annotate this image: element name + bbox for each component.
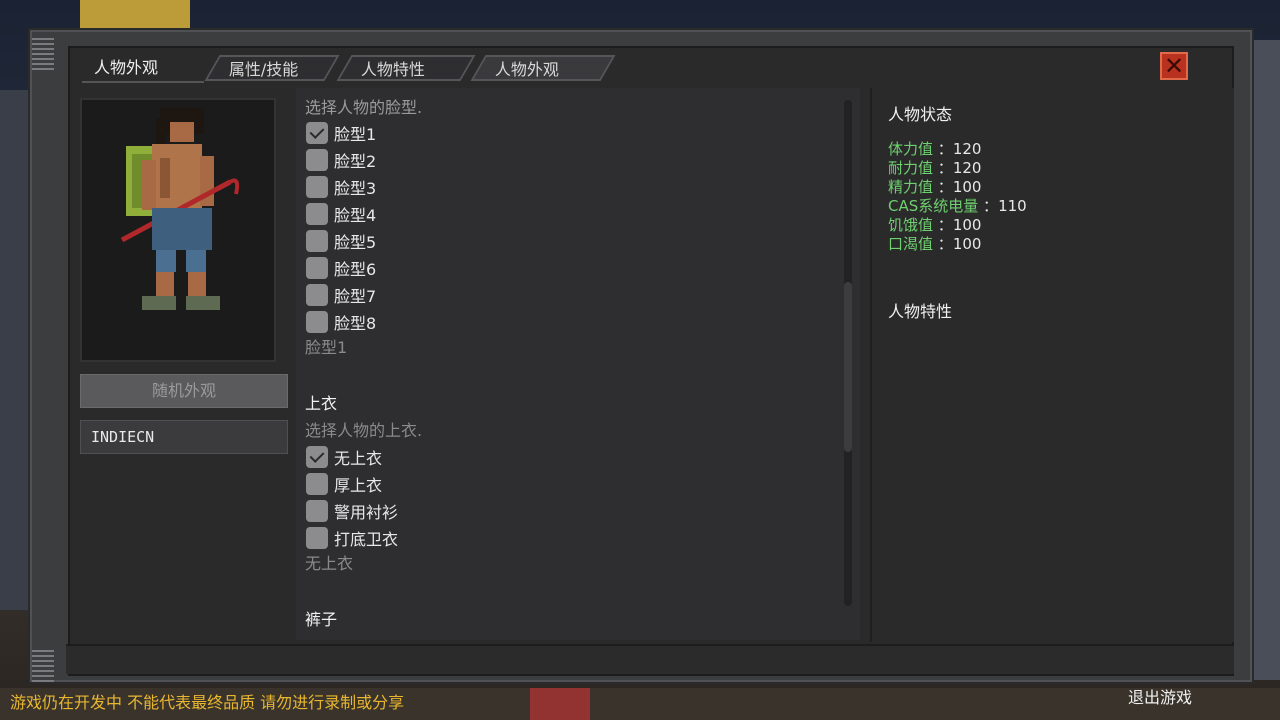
top-selected-value: 无上衣 xyxy=(305,554,354,573)
stat-separator: ： xyxy=(983,197,999,215)
face-option[interactable]: 脸型1 xyxy=(306,121,376,145)
checkbox[interactable] xyxy=(306,311,328,333)
stat-separator: ： xyxy=(937,216,953,234)
face-option[interactable]: 脸型8 xyxy=(306,310,376,334)
top-option-label: 无上衣 xyxy=(334,449,383,468)
tab-label: 人物特性 xyxy=(360,60,425,79)
tab-bar: 人物外观 属性/技能 人物特性 人物外观 xyxy=(74,52,1228,84)
background-lamp xyxy=(80,0,190,30)
checkbox[interactable] xyxy=(306,473,328,495)
appearance-options-panel[interactable] xyxy=(296,88,860,640)
drag-grip-top[interactable] xyxy=(32,38,54,72)
tab-appearance[interactable]: 人物外观 xyxy=(470,55,616,81)
face-option-label: 脸型5 xyxy=(334,233,377,252)
face-option[interactable]: 脸型7 xyxy=(306,283,376,307)
top-option-label: 警用衬衫 xyxy=(334,503,399,522)
close-button[interactable]: ✕ xyxy=(1160,52,1188,80)
top-option-label: 厚上衣 xyxy=(334,476,383,495)
stat-label: 耐力值 xyxy=(888,159,934,177)
drag-grip-bottom[interactable] xyxy=(32,650,54,684)
background-building xyxy=(1252,40,1280,680)
face-option-label: 脸型1 xyxy=(334,125,377,144)
tab-label: 属性/技能 xyxy=(228,60,299,79)
face-option-label: 脸型3 xyxy=(334,179,377,198)
top-heading: 上衣 xyxy=(305,394,338,413)
character-sprite xyxy=(120,108,240,310)
stat-value: 100 xyxy=(952,216,982,234)
top-option[interactable]: 无上衣 xyxy=(306,445,382,469)
checkbox[interactable] xyxy=(306,176,328,198)
stat-separator: ： xyxy=(937,159,953,177)
face-option[interactable]: 脸型3 xyxy=(306,175,376,199)
face-option-label: 脸型2 xyxy=(334,152,377,171)
close-x-icon: ✕ xyxy=(1163,52,1185,80)
checkbox[interactable] xyxy=(306,149,328,171)
face-option[interactable]: 脸型2 xyxy=(306,148,376,172)
checkbox[interactable] xyxy=(306,284,328,306)
tab-attributes-skills[interactable]: 属性/技能 xyxy=(204,55,340,81)
pants-heading: 裤子 xyxy=(305,610,338,629)
dev-warning-text: 游戏仍在开发中 不能代表最终品质 请勿进行录制或分享 xyxy=(10,693,405,712)
stat-separator: ： xyxy=(937,235,953,253)
top-option[interactable]: 厚上衣 xyxy=(306,472,382,496)
tab-label: 人物外观 xyxy=(494,60,559,79)
traits-heading: 人物特性 xyxy=(888,302,953,321)
stat-value: 100 xyxy=(952,235,982,253)
stat-row: 耐力值 ：120 xyxy=(888,159,981,178)
top-option[interactable]: 打底卫衣 xyxy=(306,526,398,550)
stat-label: CAS系统电量 xyxy=(888,197,979,215)
stat-row: 口渴值 ：100 xyxy=(888,235,981,254)
face-option-label: 脸型6 xyxy=(334,260,377,279)
stat-value: 100 xyxy=(952,178,982,196)
stat-row: CAS系统电量 ：110 xyxy=(888,197,1027,216)
stat-label: 饥饿值 xyxy=(888,216,934,234)
checkbox[interactable] xyxy=(306,446,328,468)
stat-row: 饥饿值 ：100 xyxy=(888,216,981,235)
face-option-label: 脸型4 xyxy=(334,206,377,225)
window-title: 人物外观 xyxy=(82,55,204,83)
character-name-field[interactable]: INDIECN xyxy=(80,420,288,454)
background-wall xyxy=(0,90,30,610)
top-option[interactable]: 警用衬衫 xyxy=(306,499,398,523)
stat-label: 精力值 xyxy=(888,178,934,196)
face-option-label: 脸型7 xyxy=(334,287,377,306)
stat-separator: ： xyxy=(937,140,953,158)
face-selected-value: 脸型1 xyxy=(305,338,348,357)
scrollbar-thumb[interactable] xyxy=(844,282,852,452)
checkbox[interactable] xyxy=(306,203,328,225)
random-appearance-button[interactable]: 随机外观 xyxy=(80,374,288,408)
checkbox[interactable] xyxy=(306,527,328,549)
stat-value: 110 xyxy=(998,197,1027,215)
window-footer-strip xyxy=(66,644,1234,674)
face-option-label: 脸型8 xyxy=(334,314,377,333)
face-option[interactable]: 脸型4 xyxy=(306,202,376,226)
top-option-label: 打底卫衣 xyxy=(334,530,399,549)
tab-traits[interactable]: 人物特性 xyxy=(336,55,476,81)
character-portrait xyxy=(80,98,276,362)
quit-game-button[interactable]: 退出游戏 xyxy=(1128,684,1192,708)
stat-label: 体力值 xyxy=(888,140,934,158)
checkbox[interactable] xyxy=(306,122,328,144)
stat-row: 精力值 ：100 xyxy=(888,178,981,197)
stat-label: 口渴值 xyxy=(888,235,934,253)
status-heading: 人物状态 xyxy=(888,105,953,124)
stat-separator: ： xyxy=(937,178,953,196)
face-option[interactable]: 脸型6 xyxy=(306,256,376,280)
checkbox[interactable] xyxy=(306,257,328,279)
checkbox[interactable] xyxy=(306,230,328,252)
face-prompt: 选择人物的脸型. xyxy=(305,98,423,117)
stat-value: 120 xyxy=(952,159,982,177)
stat-value: 120 xyxy=(952,140,982,158)
face-option[interactable]: 脸型5 xyxy=(306,229,376,253)
checkbox[interactable] xyxy=(306,500,328,522)
top-prompt: 选择人物的上衣. xyxy=(305,421,423,440)
background-object xyxy=(530,688,590,720)
stat-row: 体力值 ：120 xyxy=(888,140,981,159)
